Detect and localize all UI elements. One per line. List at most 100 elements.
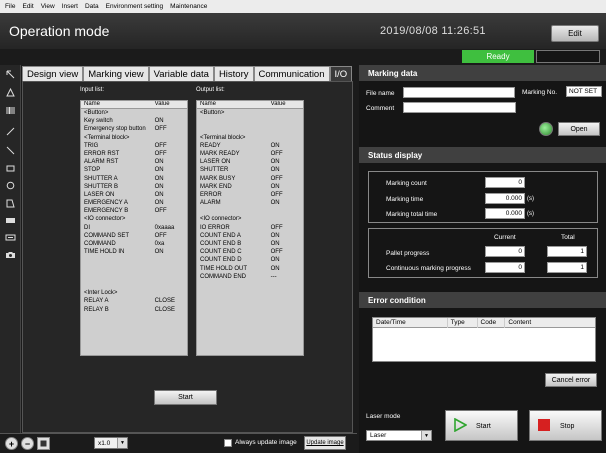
- input-list-row-value: [152, 289, 187, 297]
- input-list-row[interactable]: <Button>: [81, 109, 187, 117]
- tab-history[interactable]: History: [213, 66, 254, 81]
- output-list-row-name: SHUTTER: [200, 167, 229, 174]
- file-name-label: File name: [366, 90, 395, 97]
- zoom-select[interactable]: x1.0 ▼: [94, 437, 128, 449]
- rectangle-tool-icon[interactable]: [3, 161, 18, 176]
- output-list-row[interactable]: MARK BUSY OFF: [197, 175, 303, 183]
- output-list-row[interactable]: TIME HOLD OUT ON: [197, 265, 303, 273]
- output-value-header: Value: [270, 101, 286, 107]
- tab-design-view[interactable]: Design view: [22, 66, 84, 81]
- menu-edit[interactable]: Edit: [22, 3, 33, 10]
- zoom-out-icon[interactable]: −: [21, 437, 34, 450]
- input-list-row[interactable]: ALARM RST ON: [81, 158, 187, 166]
- marking-total-time-field: 0.000: [485, 208, 525, 219]
- menu-maintenance[interactable]: Maintenance: [170, 3, 207, 10]
- output-list-row[interactable]: IO ERROR OFF: [197, 224, 303, 232]
- input-list-row[interactable]: LASER ON ON: [81, 191, 187, 199]
- input-list-row[interactable]: RELAY B CLOSE: [81, 306, 187, 314]
- output-list-row[interactable]: READY ON: [197, 142, 303, 150]
- edit-button[interactable]: Edit: [551, 25, 599, 42]
- triangle-tool-icon[interactable]: [3, 85, 18, 100]
- fit-view-icon[interactable]: [37, 437, 50, 450]
- input-list[interactable]: Name Value <Button> Key switch ON Emergency…: [80, 100, 188, 356]
- input-list-row[interactable]: [81, 256, 187, 264]
- output-list-row[interactable]: <IO connector>: [197, 215, 303, 223]
- pointer-tool-icon[interactable]: [3, 67, 18, 82]
- diagonal-tool-icon[interactable]: [3, 143, 18, 158]
- input-list-row[interactable]: COMMAND SET OFF: [81, 232, 187, 240]
- output-list-row[interactable]: [197, 117, 303, 125]
- input-list-row-value: ON: [154, 159, 164, 166]
- barcode-tool-icon[interactable]: [3, 103, 18, 118]
- cancel-error-button[interactable]: Cancel error: [545, 373, 597, 387]
- input-list-row[interactable]: TRIG OFF: [81, 142, 187, 150]
- output-list-row[interactable]: SHUTTER ON: [197, 166, 303, 174]
- input-list-row[interactable]: <IO connector>: [81, 215, 187, 223]
- input-list-row-name: Emergency stop button: [84, 126, 146, 133]
- error-table[interactable]: Date/Time Type Code Content: [372, 317, 596, 362]
- output-list[interactable]: Name Value <Button> <Terminal block> READY…: [196, 100, 304, 356]
- input-list-row[interactable]: TIME HOLD IN ON: [81, 248, 187, 256]
- update-image-button[interactable]: Update image: [304, 436, 346, 450]
- menu-view[interactable]: View: [41, 3, 55, 10]
- polyline-tool-icon[interactable]: [3, 196, 18, 211]
- menu-environment-setting[interactable]: Environment setting: [106, 3, 163, 10]
- input-list-row[interactable]: Key switch ON: [81, 117, 187, 125]
- input-list-row[interactable]: STOP ON: [81, 166, 187, 174]
- image-tool-icon[interactable]: [3, 247, 18, 262]
- zoom-in-icon[interactable]: +: [5, 437, 18, 450]
- output-list-row[interactable]: MARK READY OFF: [197, 150, 303, 158]
- output-list-row[interactable]: ERROR OFF: [197, 191, 303, 199]
- tab-communication[interactable]: Communication: [253, 66, 330, 81]
- input-list-row[interactable]: DI 0xaaaa: [81, 224, 187, 232]
- laser-start-button[interactable]: Start: [445, 410, 518, 441]
- input-list-row[interactable]: SHUTTER B ON: [81, 183, 187, 191]
- always-update-checkbox[interactable]: [224, 439, 232, 447]
- output-list-row[interactable]: COUNT END B ON: [197, 240, 303, 248]
- open-button[interactable]: Open: [558, 122, 600, 136]
- input-list-row[interactable]: Emergency stop button OFF: [81, 125, 187, 133]
- marking-no-field[interactable]: NOT SET: [566, 86, 602, 97]
- input-list-row[interactable]: EMERGENCY A ON: [81, 199, 187, 207]
- output-list-row[interactable]: <Button>: [197, 109, 303, 117]
- tab-marking-view[interactable]: Marking view: [83, 66, 149, 81]
- input-list-row[interactable]: COMMAND 0xa: [81, 240, 187, 248]
- input-list-row[interactable]: <Inter Lock>: [81, 289, 187, 297]
- output-list-row-value: [268, 215, 303, 223]
- comment-field[interactable]: [403, 102, 516, 113]
- output-list-row[interactable]: LASER ON ON: [197, 158, 303, 166]
- output-list-row[interactable]: [197, 207, 303, 215]
- io-start-button[interactable]: Start: [154, 390, 217, 405]
- line-tool-icon[interactable]: [3, 124, 18, 139]
- logo-tool-icon[interactable]: [3, 213, 18, 228]
- input-list-row[interactable]: [81, 273, 187, 281]
- input-list-row[interactable]: [81, 265, 187, 273]
- input-list-row[interactable]: <Terminal block>: [81, 134, 187, 142]
- pallet-total-field: 1: [547, 246, 587, 257]
- output-list-row[interactable]: COUNT END C OFF: [197, 248, 303, 256]
- output-list-row[interactable]: <Terminal block>: [197, 134, 303, 142]
- output-list-row[interactable]: MARK END ON: [197, 183, 303, 191]
- input-list-row[interactable]: [81, 281, 187, 289]
- output-list-row[interactable]: [197, 125, 303, 133]
- laser-mode-select[interactable]: Laser ▼: [366, 430, 432, 441]
- menu-insert[interactable]: Insert: [62, 3, 78, 10]
- laser-stop-button[interactable]: Stop: [529, 410, 602, 441]
- output-list-row[interactable]: COUNT END D ON: [197, 256, 303, 264]
- input-list-row[interactable]: ERROR RST OFF: [81, 150, 187, 158]
- error-col-type: Type: [448, 317, 478, 328]
- tab-variable-data[interactable]: Variable data: [148, 66, 214, 81]
- input-list-row[interactable]: SHUTTER A ON: [81, 175, 187, 183]
- input-list-row[interactable]: RELAY A CLOSE: [81, 297, 187, 305]
- menu-file[interactable]: File: [5, 3, 15, 10]
- output-list-row[interactable]: COMMAND END ---: [197, 273, 303, 281]
- input-list-row[interactable]: EMERGENCY B OFF: [81, 207, 187, 215]
- output-list-row[interactable]: ALARM ON: [197, 199, 303, 207]
- circle-tool-icon[interactable]: [3, 178, 18, 193]
- menu-data[interactable]: Data: [85, 3, 99, 10]
- output-list-row-name: <IO connector>: [200, 216, 242, 223]
- file-name-field[interactable]: [403, 87, 515, 98]
- text-tool-icon[interactable]: [3, 230, 18, 245]
- tab-io[interactable]: I/O: [329, 66, 353, 81]
- output-list-row[interactable]: COUNT END A ON: [197, 232, 303, 240]
